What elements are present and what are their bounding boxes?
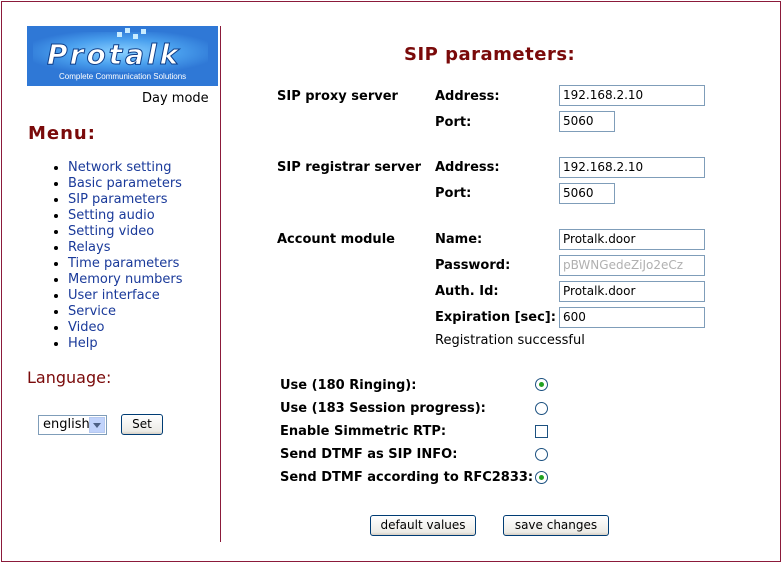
menu-item-basic-parameters[interactable]: Basic parameters bbox=[54, 176, 183, 192]
registration-status: Registration successful bbox=[435, 333, 585, 348]
menu-item-video[interactable]: Video bbox=[54, 320, 183, 336]
registrar-port-input[interactable]: 5060 bbox=[559, 183, 615, 204]
menu-title: Menu: bbox=[28, 123, 96, 144]
menu-item-time-parameters[interactable]: Time parameters bbox=[54, 256, 183, 272]
use-183-label: Use (183 Session progress): bbox=[280, 401, 486, 416]
dtmf-sip-info-radio[interactable] bbox=[535, 448, 548, 461]
account-name-label: Name: bbox=[435, 232, 483, 247]
use-180-radio[interactable] bbox=[535, 378, 548, 391]
proxy-address-label: Address: bbox=[435, 89, 500, 104]
account-password-input[interactable]: pBWNGedeZiJo2eCz bbox=[559, 255, 705, 276]
page-frame: Protalk Complete Communication Solutions… bbox=[1, 1, 781, 562]
use-180-label: Use (180 Ringing): bbox=[280, 378, 417, 393]
language-select[interactable]: english bbox=[38, 415, 107, 435]
registrar-port-label: Port: bbox=[435, 186, 472, 201]
dtmf-rfc2833-label: Send DTMF according to RFC2833: bbox=[280, 470, 534, 485]
menu-item-setting-video[interactable]: Setting video bbox=[54, 224, 183, 240]
account-auth-input[interactable]: Protalk.door bbox=[559, 281, 705, 302]
proxy-port-input[interactable]: 5060 bbox=[559, 111, 615, 132]
account-password-label: Password: bbox=[435, 258, 511, 273]
menu-item-memory-numbers[interactable]: Memory numbers bbox=[54, 272, 183, 288]
simmetric-rtp-checkbox[interactable] bbox=[535, 425, 548, 438]
page-title: SIP parameters: bbox=[404, 44, 576, 65]
simmetric-rtp-label: Enable Simmetric RTP: bbox=[280, 424, 447, 439]
logo-pixel bbox=[141, 29, 146, 34]
proxy-section-label: SIP proxy server bbox=[277, 89, 398, 104]
language-select-value: english bbox=[43, 417, 90, 432]
logo-tagline: Complete Communication Solutions bbox=[59, 72, 187, 81]
language-title: Language: bbox=[27, 368, 112, 387]
use-183-radio[interactable] bbox=[535, 402, 548, 415]
proxy-address-input[interactable]: 192.168.2.10 bbox=[559, 85, 705, 106]
menu-item-user-interface[interactable]: User interface bbox=[54, 288, 183, 304]
menu-item-setting-audio[interactable]: Setting audio bbox=[54, 208, 183, 224]
account-name-input[interactable]: Protalk.door bbox=[559, 229, 705, 250]
save-changes-button[interactable]: save changes bbox=[503, 515, 609, 536]
logo-pixel bbox=[125, 28, 130, 33]
account-auth-label: Auth. Id: bbox=[435, 284, 499, 299]
account-section-label: Account module bbox=[277, 232, 395, 247]
chevron-down-icon[interactable] bbox=[89, 417, 105, 433]
logo-pixel bbox=[117, 32, 122, 37]
sidebar: Protalk Complete Communication Solutions… bbox=[2, 2, 221, 561]
protalk-logo: Protalk Complete Communication Solutions bbox=[27, 26, 218, 86]
menu-list: Network setting Basic parameters SIP par… bbox=[54, 160, 183, 352]
logo-wordmark: Protalk bbox=[46, 38, 182, 72]
account-expiration-input[interactable]: 600 bbox=[559, 307, 705, 328]
menu-item-service[interactable]: Service bbox=[54, 304, 183, 320]
menu-item-help[interactable]: Help bbox=[54, 336, 183, 352]
dtmf-sip-info-label: Send DTMF as SIP INFO: bbox=[280, 447, 458, 462]
proxy-port-label: Port: bbox=[435, 115, 472, 130]
menu-item-network-setting[interactable]: Network setting bbox=[54, 160, 183, 176]
menu-item-relays[interactable]: Relays bbox=[54, 240, 183, 256]
default-values-button[interactable]: default values bbox=[370, 515, 476, 536]
menu-item-sip-parameters[interactable]: SIP parameters bbox=[54, 192, 183, 208]
registrar-address-label: Address: bbox=[435, 160, 500, 175]
sidebar-divider bbox=[220, 26, 221, 542]
registrar-address-input[interactable]: 192.168.2.10 bbox=[559, 157, 705, 178]
registrar-section-label: SIP registrar server bbox=[277, 160, 421, 175]
dtmf-rfc2833-radio[interactable] bbox=[535, 471, 548, 484]
set-language-button[interactable]: Set bbox=[121, 414, 163, 435]
day-mode-label: Day mode bbox=[142, 91, 209, 106]
account-expiration-label: Expiration [sec]: bbox=[435, 310, 556, 325]
